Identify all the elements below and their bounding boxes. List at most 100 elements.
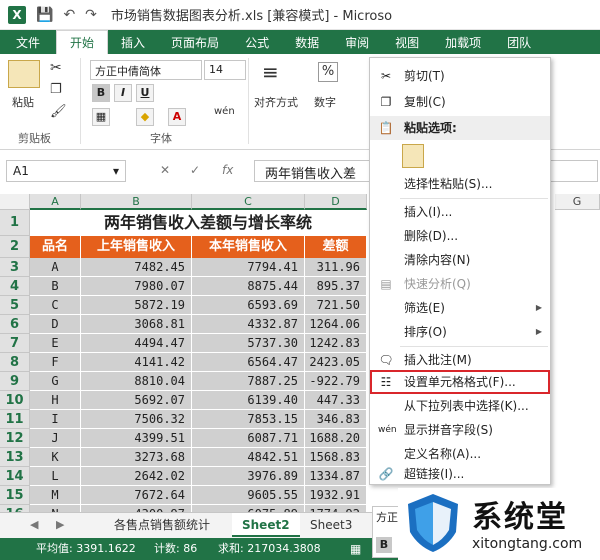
table-cell[interactable]: 1334.87 bbox=[305, 467, 367, 486]
table-cell[interactable]: G bbox=[30, 372, 81, 391]
table-cell[interactable]: 1264.06 bbox=[305, 315, 367, 334]
row-header[interactable]: 2 bbox=[0, 236, 30, 258]
table-cell[interactable]: 7853.15 bbox=[192, 410, 305, 429]
ribbon-tab-0[interactable]: 文件 bbox=[0, 30, 57, 54]
paste-option-icon[interactable] bbox=[402, 144, 424, 168]
table-cell[interactable]: 4494.47 bbox=[81, 334, 192, 353]
fill-color-icon[interactable]: ◆ bbox=[136, 108, 154, 126]
menu-quick-analysis[interactable]: ▤ 快速分析(Q) bbox=[370, 272, 550, 296]
table-cell[interactable]: 447.33 bbox=[305, 391, 367, 410]
table-cell[interactable]: D bbox=[30, 315, 81, 334]
enter-icon[interactable]: ✓ bbox=[190, 163, 200, 177]
table-header-cell[interactable]: 品名 bbox=[30, 236, 81, 258]
row-header[interactable]: 16 bbox=[0, 505, 30, 512]
table-cell[interactable]: H bbox=[30, 391, 81, 410]
table-cell[interactable]: 311.96 bbox=[305, 258, 367, 277]
table-cell[interactable]: 3976.89 bbox=[192, 467, 305, 486]
table-cell[interactable]: 7482.45 bbox=[81, 258, 192, 277]
table-cell[interactable]: 346.83 bbox=[305, 410, 367, 429]
menu-sort[interactable]: 排序(O) bbox=[370, 320, 550, 344]
tab-sheet1[interactable]: 各售点销售额统计 bbox=[104, 513, 220, 537]
row-header[interactable]: 9 bbox=[0, 372, 30, 391]
percent-icon[interactable]: % bbox=[318, 62, 338, 82]
row-header[interactable]: 6 bbox=[0, 315, 30, 334]
menu-copy[interactable]: ❐ 复制(C) bbox=[370, 90, 550, 114]
table-cell[interactable]: F bbox=[30, 353, 81, 372]
cancel-icon[interactable]: ✕ bbox=[160, 163, 170, 177]
underline-button[interactable]: U bbox=[136, 84, 154, 102]
column-header[interactable]: C bbox=[192, 194, 305, 210]
row-header[interactable]: 13 bbox=[0, 448, 30, 467]
row-header[interactable]: 12 bbox=[0, 429, 30, 448]
ribbon-tab-6[interactable]: 审阅 bbox=[332, 30, 382, 54]
table-cell[interactable]: 6593.69 bbox=[192, 296, 305, 315]
save-icon[interactable]: 💾 bbox=[36, 7, 53, 23]
fx-icon[interactable]: fx bbox=[222, 163, 233, 177]
ribbon-tab-7[interactable]: 视图 bbox=[382, 30, 432, 54]
tab-sheet3[interactable]: Sheet3 bbox=[300, 513, 362, 537]
menu-cut[interactable]: ✂ 剪切(T) bbox=[370, 64, 550, 88]
cut-icon[interactable]: ✂ bbox=[50, 60, 62, 76]
menu-phonetic[interactable]: wén 显示拼音字段(S) bbox=[370, 418, 550, 442]
ribbon-tab-1[interactable]: 开始 bbox=[56, 30, 109, 54]
table-cell[interactable]: 7506.32 bbox=[81, 410, 192, 429]
menu-clear[interactable]: 清除内容(N) bbox=[370, 248, 550, 272]
table-cell[interactable]: J bbox=[30, 429, 81, 448]
table-cell[interactable]: 1774.92 bbox=[305, 505, 367, 512]
menu-hyperlink[interactable]: 🔗 超链接(I)... bbox=[370, 464, 550, 484]
tab-prev-icon[interactable]: ◀ bbox=[30, 518, 38, 531]
table-cell[interactable]: 5692.07 bbox=[81, 391, 192, 410]
table-cell[interactable]: M bbox=[30, 486, 81, 505]
font-name-select[interactable]: 方正中倩简体 bbox=[90, 60, 202, 80]
table-cell[interactable]: 2423.05 bbox=[305, 353, 367, 372]
border-icon[interactable]: ▦ bbox=[92, 108, 110, 126]
align-icon[interactable]: ≡ bbox=[262, 60, 279, 84]
copy-icon[interactable]: ❐ bbox=[50, 82, 62, 97]
table-cell[interactable]: 721.50 bbox=[305, 296, 367, 315]
table-cell[interactable]: 4842.51 bbox=[192, 448, 305, 467]
table-cell[interactable]: 8810.04 bbox=[81, 372, 192, 391]
name-box[interactable]: A1 ▾ bbox=[6, 160, 126, 182]
menu-insert-comment[interactable]: 🗨 插入批注(M) bbox=[370, 348, 550, 372]
table-cell[interactable]: C bbox=[30, 296, 81, 315]
table-cell[interactable]: 1568.83 bbox=[305, 448, 367, 467]
ribbon-tab-5[interactable]: 数据 bbox=[282, 30, 332, 54]
table-cell[interactable]: 1932.91 bbox=[305, 486, 367, 505]
table-cell[interactable]: B bbox=[30, 277, 81, 296]
ribbon-tab-8[interactable]: 加载项 bbox=[432, 30, 494, 54]
paste-icon[interactable] bbox=[8, 60, 40, 88]
table-cell[interactable]: 6087.71 bbox=[192, 429, 305, 448]
table-header-cell[interactable]: 差额 bbox=[305, 236, 367, 258]
row-header[interactable]: 7 bbox=[0, 334, 30, 353]
row-header[interactable]: 14 bbox=[0, 467, 30, 486]
table-cell[interactable]: 8875.44 bbox=[192, 277, 305, 296]
ribbon-tab-3[interactable]: 页面布局 bbox=[158, 30, 232, 54]
table-cell[interactable]: 1688.20 bbox=[305, 429, 367, 448]
number-button[interactable]: 数字 bbox=[314, 94, 336, 110]
phonetic-button[interactable]: wén bbox=[214, 106, 235, 117]
table-cell[interactable]: 4141.42 bbox=[81, 353, 192, 372]
table-cell[interactable]: 7794.41 bbox=[192, 258, 305, 277]
bold-button[interactable]: B bbox=[92, 84, 110, 102]
column-header[interactable]: G bbox=[555, 194, 600, 210]
ribbon-tab-2[interactable]: 插入 bbox=[108, 30, 158, 54]
tab-sheet2[interactable]: Sheet2 bbox=[232, 513, 300, 537]
font-color-icon[interactable]: A bbox=[168, 108, 186, 126]
format-painter-icon[interactable]: 🖌 bbox=[50, 104, 67, 119]
row-header[interactable]: 15 bbox=[0, 486, 30, 505]
row-header[interactable]: 5 bbox=[0, 296, 30, 315]
table-cell[interactable]: 6075.89 bbox=[192, 505, 305, 512]
table-cell[interactable]: 4332.87 bbox=[192, 315, 305, 334]
table-cell[interactable]: 2642.02 bbox=[81, 467, 192, 486]
table-header-cell[interactable]: 本年销售收入 bbox=[192, 236, 305, 258]
normal-view-icon[interactable]: ▦ bbox=[350, 538, 361, 560]
table-cell[interactable]: L bbox=[30, 467, 81, 486]
row-header[interactable]: 3 bbox=[0, 258, 30, 277]
table-cell[interactable]: 3068.81 bbox=[81, 315, 192, 334]
row-header[interactable]: 8 bbox=[0, 353, 30, 372]
column-header[interactable]: D bbox=[305, 194, 367, 210]
menu-format-cells[interactable]: ☷ 设置单元格格式(F)... bbox=[370, 370, 550, 394]
undo-icon[interactable]: ↶ bbox=[63, 7, 75, 23]
table-cell[interactable]: 5737.30 bbox=[192, 334, 305, 353]
tab-next-icon[interactable]: ▶ bbox=[56, 518, 64, 531]
